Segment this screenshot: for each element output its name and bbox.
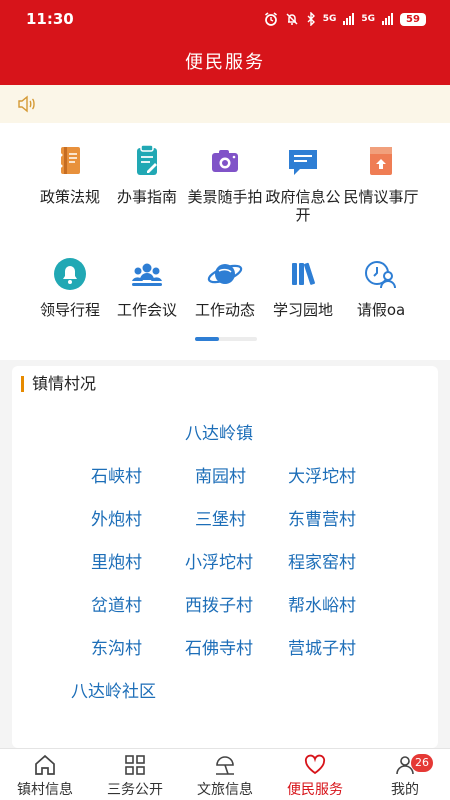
service-label: 政府信息公开: [265, 188, 341, 224]
service-guide[interactable]: 办事指南: [108, 143, 186, 206]
service-label: 办事指南: [116, 188, 177, 206]
service-label: 民情议事厅: [343, 188, 419, 206]
service-grid: 政策法规 办事指南 美景随手拍 政府信息公开 民情议事厅 领导行程 工作会议 工…: [0, 123, 450, 360]
info-chat-icon: [289, 150, 317, 175]
village-link[interactable]: 外炮村: [91, 510, 142, 530]
bluetooth-icon: [307, 12, 315, 26]
village-link[interactable]: 东沟村: [91, 639, 142, 659]
service-policy-regulations[interactable]: 政策法规: [31, 143, 109, 206]
tab-label: 三务公开: [107, 782, 163, 798]
community-link[interactable]: 八达岭社区: [71, 682, 156, 702]
village-link[interactable]: 岔道村: [91, 596, 142, 616]
battery-indicator: 59: [400, 12, 426, 26]
service-work-meeting[interactable]: 工作会议: [108, 256, 186, 319]
heart-icon: [304, 754, 326, 775]
grid-icon: [125, 755, 145, 775]
villages-card: 镇情村况 八达岭镇 石峡村 南园村 大浮坨村 外炮村 三堡村 东曹营村 里炮村 …: [12, 366, 438, 748]
status-bar: 11:30 5G 5G 59: [0, 0, 450, 38]
camera-icon: [212, 150, 238, 172]
service-work-news[interactable]: 工作动态: [186, 256, 264, 319]
bell-icon: [54, 258, 86, 290]
village-link[interactable]: 南园村: [195, 467, 246, 487]
tab-three-affairs-disclosure[interactable]: 三务公开: [90, 753, 180, 799]
service-label: 政策法规: [39, 188, 100, 206]
status-icons: 5G 5G 59: [264, 12, 426, 26]
town-link[interactable]: 八达岭镇: [185, 424, 253, 444]
tab-convenience-services[interactable]: 便民服务: [270, 753, 360, 799]
planet-icon: [207, 264, 243, 284]
village-link[interactable]: 营城子村: [288, 639, 356, 659]
speaker-icon: [18, 95, 35, 113]
tab-label: 文旅信息: [197, 782, 253, 798]
tab-label: 我的: [391, 782, 419, 798]
page-indicator: [195, 337, 257, 341]
service-leave-oa[interactable]: 请假oa: [342, 256, 420, 319]
village-link[interactable]: 石佛寺村: [185, 639, 253, 659]
page-indicator-active: [195, 337, 219, 341]
service-label: 学习园地: [272, 301, 333, 319]
beach-umbrella-icon: [216, 756, 234, 775]
tab-mine[interactable]: 我的: [360, 753, 450, 799]
village-link[interactable]: 三堡村: [195, 510, 246, 530]
notification-badge: 26: [411, 754, 433, 772]
service-gov-info-disclosure[interactable]: 政府信息公开: [264, 143, 342, 224]
service-scenery-photos[interactable]: 美景随手拍: [186, 143, 264, 206]
service-label: 请假oa: [356, 301, 406, 319]
village-link[interactable]: 帮水峪村: [288, 596, 356, 616]
service-label: 工作动态: [194, 301, 255, 319]
muted-bell-icon: [286, 13, 298, 25]
village-link[interactable]: 大浮坨村: [288, 467, 356, 487]
home-icon: [35, 754, 55, 775]
village-link[interactable]: 东曹营村: [288, 510, 356, 530]
meeting-people-icon: [132, 263, 162, 286]
service-label: 领导行程: [39, 301, 100, 319]
service-study-garden[interactable]: 学习园地: [264, 256, 342, 319]
service-label: 美景随手拍: [187, 188, 263, 206]
clock-person-icon: [365, 261, 396, 289]
bottom-tab-bar: 镇村信息 三务公开 文旅信息 便民服务 我的 26: [0, 748, 450, 800]
section-title: 镇情村况: [21, 375, 96, 393]
village-link[interactable]: 石峡村: [91, 467, 142, 487]
tab-town-village-info[interactable]: 镇村信息: [0, 753, 90, 799]
alarm-clock-icon: [264, 12, 277, 26]
page-title: 便民服务: [185, 52, 265, 73]
guide-clipboard-icon: [137, 144, 157, 175]
policy-book-icon: [59, 147, 80, 174]
village-link[interactable]: 西拨子村: [185, 596, 253, 616]
tab-label: 镇村信息: [17, 782, 73, 798]
discussion-book-icon: [370, 147, 392, 175]
books-icon: [292, 262, 315, 285]
service-label: 工作会议: [116, 301, 177, 319]
tab-culture-tourism-info[interactable]: 文旅信息: [180, 753, 270, 799]
signal-strength-icon-2: [382, 13, 393, 25]
network-type-a: 5G: [322, 14, 337, 24]
tab-label: 便民服务: [287, 782, 343, 798]
village-link[interactable]: 程家窑村: [288, 553, 356, 573]
signal-strength-icon: [343, 13, 355, 25]
village-link[interactable]: 里炮村: [91, 553, 142, 573]
announcement-bar[interactable]: [0, 85, 450, 123]
app-header: 11:30 5G 5G 59 便民服务: [0, 0, 450, 85]
service-public-discussion-hall[interactable]: 民情议事厅: [342, 143, 420, 206]
network-type-b: 5G: [361, 14, 375, 24]
village-link[interactable]: 小浮坨村: [185, 553, 253, 573]
service-leader-schedule[interactable]: 领导行程: [31, 256, 109, 319]
status-time: 11:30: [26, 10, 74, 28]
